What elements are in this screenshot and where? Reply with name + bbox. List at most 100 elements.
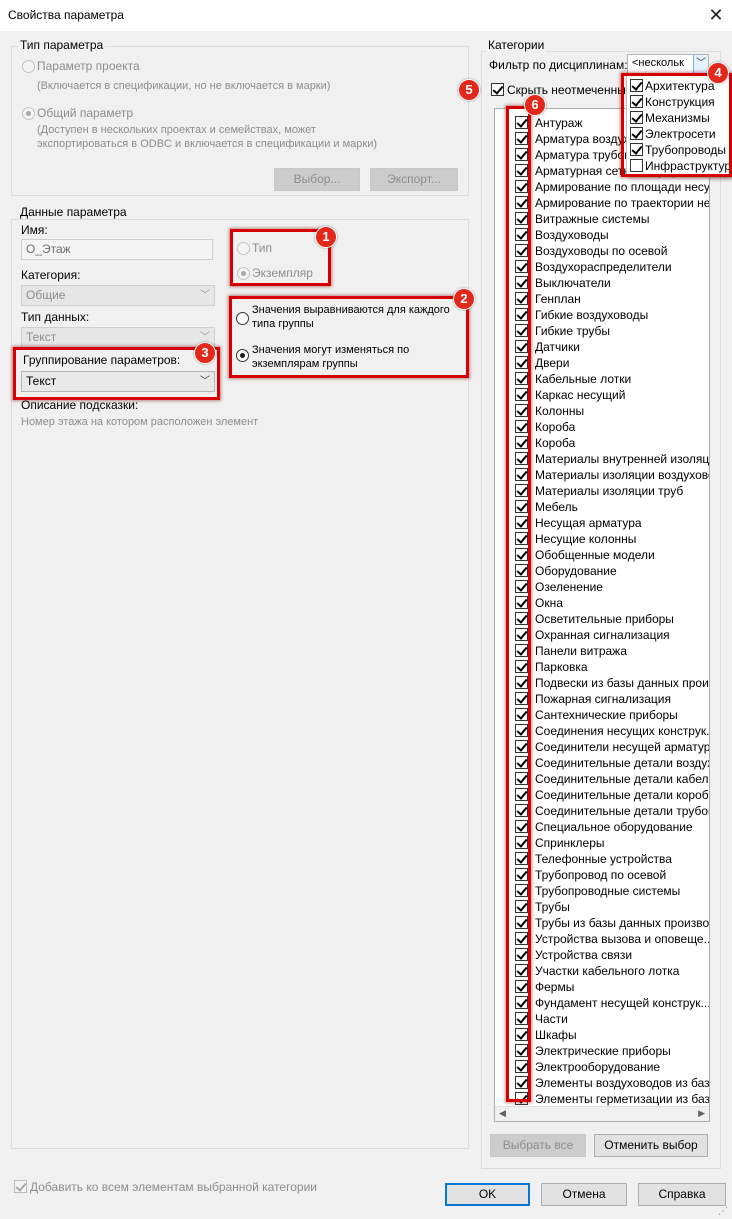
- category-label: Гибкие трубы: [535, 324, 611, 338]
- category-label: Соединители несущей арматуры: [535, 740, 710, 754]
- category-label: Соединительные детали кабельных лотков: [535, 772, 709, 786]
- category-label: Элементы воздуховодов из базы данных: [535, 1076, 710, 1090]
- category-label: Пожарная сигнализация: [535, 692, 672, 706]
- shared-param-desc-1: (Доступен в нескольких проектах и семейс…: [37, 124, 316, 136]
- window-title: Свойства параметра: [8, 8, 124, 22]
- category-label: Несущая арматура: [535, 516, 642, 530]
- annotation-badge-3: 3: [194, 342, 216, 364]
- category-label: Датчики: [535, 340, 580, 354]
- category-label: Антураж: [535, 116, 583, 130]
- cancel-button[interactable]: Отмена: [541, 1183, 627, 1206]
- highlight-box-4: [621, 73, 732, 177]
- category-label: Сантехнические приборы: [535, 708, 678, 722]
- category-label: Воздуховоды: [535, 228, 609, 242]
- category-label: Воздухораспределители: [535, 260, 672, 274]
- category-label: Элементы герметизации из базы данных: [535, 1092, 710, 1106]
- hide-unchecked-label: Скрыть неотмеченные: [507, 83, 633, 97]
- scroll-left-icon[interactable]: ◀: [499, 1108, 506, 1119]
- category-label: Электрические приборы: [535, 1044, 671, 1058]
- category-label: Парковка: [535, 660, 588, 674]
- category-label: Окна: [535, 596, 563, 610]
- category-label: Фермы: [535, 980, 575, 994]
- category-label: Армирование по площади несущей конструкц…: [535, 180, 710, 194]
- param-type-group-label: Тип параметра: [18, 38, 106, 52]
- shared-param-label: Общий параметр: [37, 106, 134, 120]
- category-label: Короба: [535, 420, 576, 434]
- category-label: Части: [535, 1012, 568, 1026]
- category-label: Озеленение: [535, 580, 603, 594]
- scroll-right-icon[interactable]: ▶: [698, 1108, 705, 1119]
- category-label: Устройства связи: [535, 948, 633, 962]
- category-label: Материалы внутренней изоляции воздуховод…: [535, 452, 710, 466]
- select-button[interactable]: Выбор...: [274, 168, 360, 191]
- category-label: Обобщенные модели: [535, 548, 655, 562]
- tooltip-label: Описание подсказки:: [21, 398, 139, 412]
- chevron-down-icon[interactable]: ﹀: [693, 55, 708, 73]
- category-label: Короба: [535, 436, 576, 450]
- category-label: Гибкие воздуховоды: [535, 308, 649, 322]
- category-label: Генплан: [535, 292, 581, 306]
- category-label: Фундамент несущей конструк...: [535, 996, 710, 1010]
- shared-param-radio[interactable]: [22, 107, 35, 120]
- category-select[interactable]: Общие ﹀: [21, 285, 215, 306]
- add-all-label: Добавить ко всем элементам выбранной кат…: [30, 1180, 317, 1194]
- annotation-badge-4: 4: [707, 62, 729, 84]
- category-label: Телефонные устройства: [535, 852, 672, 866]
- category-label: Панели витража: [535, 644, 627, 658]
- category-label: Трубопроводные системы: [535, 884, 681, 898]
- category-label: Специальное оборудование: [535, 820, 693, 834]
- highlight-box-2: [229, 296, 469, 378]
- datatype-select[interactable]: Текст ﹀: [21, 327, 215, 348]
- title-bar: Свойства параметра ✕: [0, 0, 732, 31]
- category-label: Армирование по траектории несущей констр…: [535, 196, 710, 210]
- datatype-value: Текст: [26, 330, 57, 344]
- category-label: Материалы изоляции труб: [535, 484, 684, 498]
- project-param-radio[interactable]: [22, 60, 35, 73]
- project-param-label: Параметр проекта: [37, 59, 140, 73]
- deselect-all-button[interactable]: Отменить выбор: [594, 1134, 708, 1157]
- category-value: Общие: [26, 288, 66, 302]
- name-field[interactable]: О_Этаж: [21, 239, 213, 260]
- annotation-badge-5: 5: [458, 79, 480, 101]
- highlight-box-3: [13, 347, 220, 400]
- highlight-box-6: [506, 106, 531, 1102]
- category-label: Осветительные приборы: [535, 612, 674, 626]
- category-label: Соединительные детали коробов: [535, 788, 710, 802]
- category-label: Кабельные лотки: [535, 372, 632, 386]
- category-label: Материалы изоляции воздухово...: [535, 468, 710, 482]
- category-label: Соединительные детали воздуховодов: [535, 756, 710, 770]
- category-label: Соединения несущих конструк...: [535, 724, 710, 738]
- annotation-badge-6: 6: [524, 94, 546, 116]
- category-label: Спринклеры: [535, 836, 605, 850]
- category-label: Воздуховоды по осевой: [535, 244, 668, 258]
- name-label: Имя:: [21, 223, 48, 237]
- category-label: Трубы из базы данных производителя: [535, 916, 709, 930]
- annotation-badge-2: 2: [453, 288, 475, 310]
- category-label: Соединительные детали трубопроводов: [535, 804, 709, 818]
- add-all-checkbox[interactable]: [14, 1180, 27, 1193]
- category-label: Подвески из базы данных производителя: [535, 676, 709, 690]
- categories-group-label: Категории: [486, 38, 547, 52]
- select-all-button[interactable]: Выбрать все: [490, 1134, 586, 1157]
- category-label: Устройства вызова и оповеще...: [535, 932, 710, 946]
- discipline-filter-value: <нескольк: [632, 57, 684, 69]
- horizontal-scrollbar[interactable]: ◀ ▶: [495, 1106, 709, 1121]
- category-label: Двери: [535, 356, 570, 370]
- category-label: Колонны: [535, 404, 585, 418]
- hide-unchecked-checkbox[interactable]: [491, 83, 504, 96]
- close-icon[interactable]: ✕: [704, 3, 728, 27]
- export-button[interactable]: Экспорт...: [370, 168, 458, 191]
- tooltip-value[interactable]: Номер этажа на котором расположен элемен…: [21, 416, 258, 428]
- help-button[interactable]: Справка: [638, 1183, 726, 1206]
- ok-button[interactable]: OK: [445, 1183, 530, 1206]
- filter-label: Фильтр по дисциплинам:: [489, 58, 628, 72]
- category-label: Трубопровод по осевой: [535, 868, 667, 882]
- project-param-desc: (Включается в спецификации, но не включа…: [37, 80, 331, 92]
- category-label: Оборудование: [535, 564, 617, 578]
- category-label: Категория:: [21, 268, 81, 282]
- resize-grip-icon[interactable]: ⋰: [718, 1206, 728, 1217]
- shared-param-desc-2: экспортироваться в ODBC и включается в с…: [37, 138, 378, 150]
- category-label: Шкафы: [535, 1028, 577, 1042]
- discipline-filter-select[interactable]: <нескольк ﹀: [627, 54, 709, 74]
- category-label: Охранная сигнализация: [535, 628, 670, 642]
